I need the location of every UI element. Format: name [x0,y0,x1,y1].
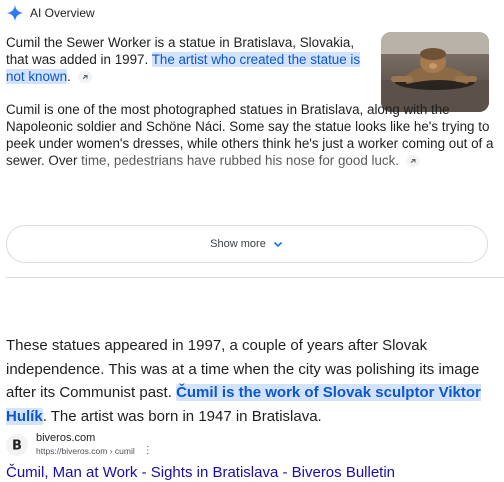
snippet-text-end: . The artist was born in 1947 in Bratisl… [42,407,322,425]
ai-overview-paragraph-2: Cumil is one of the most photographed st… [6,101,496,169]
link-icon[interactable] [77,71,92,84]
site-url: https://biveros.com › cumil [36,446,135,456]
paragraph-end: . [67,69,71,84]
more-options-icon[interactable]: ⋮ [143,445,153,457]
site-url-row: https://biveros.com › cumil ⋮ [36,445,153,457]
site-favicon: B [6,433,28,456]
ai-overview-paragraph-1: Cumil the Sewer Worker is a statue in Br… [6,34,372,85]
link-icon[interactable] [405,155,420,168]
show-more-label: Show more [210,238,266,250]
ai-spark-icon [6,4,24,22]
result-source[interactable]: B biveros.com https://biveros.com › cumi… [6,432,153,457]
source-text: biveros.com https://biveros.com › cumil … [36,432,153,457]
site-name: biveros.com [36,432,96,444]
svg-text:B: B [12,438,22,453]
featured-snippet: These statues appeared in 1997, a couple… [6,334,496,428]
result-title-link[interactable]: Čumil, Man at Work - Sights in Bratislav… [6,464,395,481]
show-more-button[interactable]: Show more [6,225,488,263]
ai-overview-title: AI Overview [30,6,95,20]
statue-thumbnail[interactable] [381,32,489,112]
faded-text: time, pedestrians have rubbed his nose f… [81,153,400,168]
ai-overview-header: AI Overview [6,4,95,22]
section-divider [6,277,504,278]
chevron-down-icon [273,241,282,248]
